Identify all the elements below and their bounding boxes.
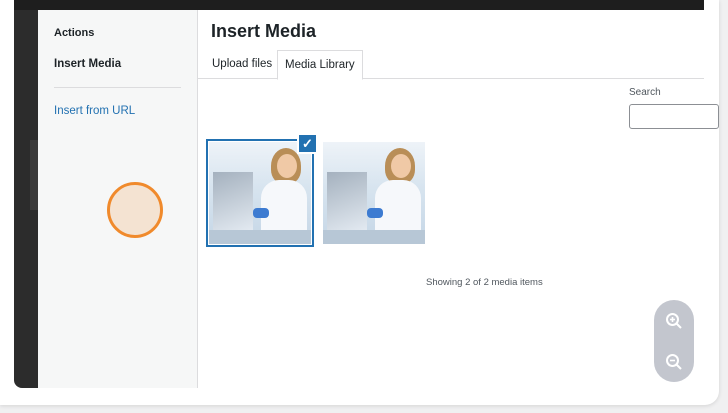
media-count-status: Showing 2 of 2 media items (426, 277, 543, 288)
media-tabs: Upload files Media Library (198, 50, 704, 80)
tab-upload-files[interactable]: Upload files (205, 50, 279, 79)
search-label: Search (629, 87, 661, 98)
modal-content: Insert Media Upload files Media Library … (198, 10, 719, 388)
zoom-out-icon[interactable] (659, 347, 689, 377)
lab-scientist-image (323, 142, 425, 244)
media-item-selected[interactable]: ✓ (206, 133, 318, 247)
media-item[interactable] (323, 142, 425, 244)
sidebar-item-insert-from-url[interactable]: Insert from URL (54, 105, 135, 117)
modal-title: Insert Media (211, 21, 317, 41)
click-cursor-indicator (107, 182, 163, 238)
sidebar-item-insert-media[interactable]: Insert Media (54, 58, 121, 70)
tab-media-library[interactable]: Media Library (277, 50, 363, 80)
lab-scientist-image (209, 142, 311, 244)
insert-media-modal: Actions Insert Media Insert from URL Ins… (38, 10, 719, 388)
sidebar-divider (54, 87, 181, 88)
editor-top-strip (14, 0, 704, 10)
selected-check-icon[interactable]: ✓ (297, 133, 318, 154)
zoom-in-icon[interactable] (659, 306, 689, 336)
actions-heading: Actions (54, 27, 95, 39)
screenshot-frame: Actions Insert Media Insert from URL Ins… (0, 0, 719, 405)
search-input[interactable] (629, 104, 719, 129)
zoom-controls (654, 300, 694, 382)
